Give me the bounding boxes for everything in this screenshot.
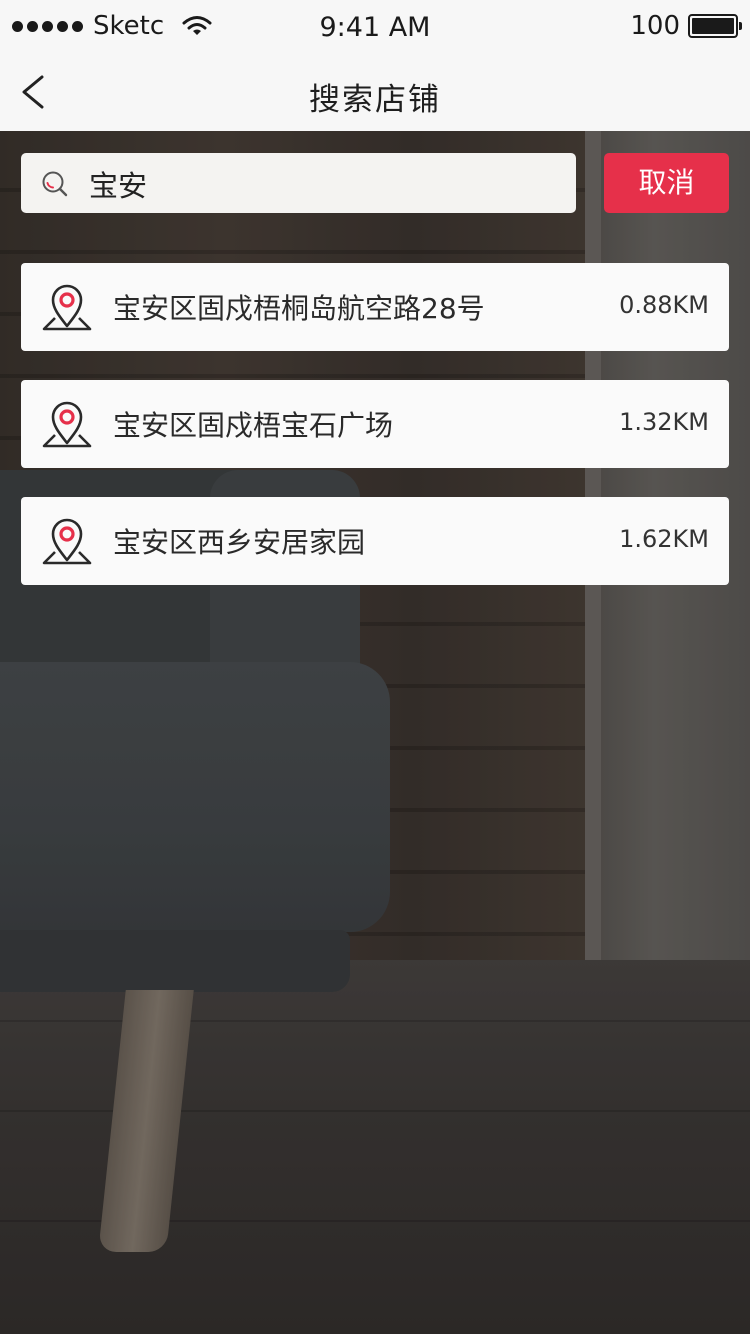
result-item[interactable]: 宝安区西乡安居家园 1.62KM	[21, 497, 729, 585]
battery-percent: 100	[630, 11, 680, 41]
cancel-button[interactable]: 取消	[604, 153, 729, 213]
search-input[interactable]	[87, 161, 561, 207]
search-bar[interactable]	[21, 153, 576, 213]
result-address: 宝安区固戍梧桐岛航空路28号	[113, 292, 485, 325]
battery-icon	[688, 14, 742, 38]
result-distance: 1.32KM	[619, 408, 709, 436]
result-address: 宝安区西乡安居家园	[113, 526, 366, 559]
result-address: 宝安区固戍梧宝石广场	[113, 409, 394, 442]
result-item[interactable]: 宝安区固戍梧宝石广场 1.32KM	[21, 380, 729, 468]
status-right: 100	[630, 11, 742, 41]
nav-bar: 搜索店铺	[0, 54, 750, 131]
result-item[interactable]: 宝安区固戍梧桐岛航空路28号 0.88KM	[21, 263, 729, 351]
location-pin-icon	[42, 284, 92, 331]
result-distance: 0.88KM	[619, 291, 709, 319]
search-icon	[42, 171, 68, 197]
status-bar: Sketc 9:41 AM 100	[0, 0, 750, 54]
result-distance: 1.62KM	[619, 525, 709, 553]
page-title: 搜索店铺	[309, 82, 441, 118]
location-pin-icon	[42, 401, 92, 448]
location-pin-icon	[42, 518, 92, 565]
